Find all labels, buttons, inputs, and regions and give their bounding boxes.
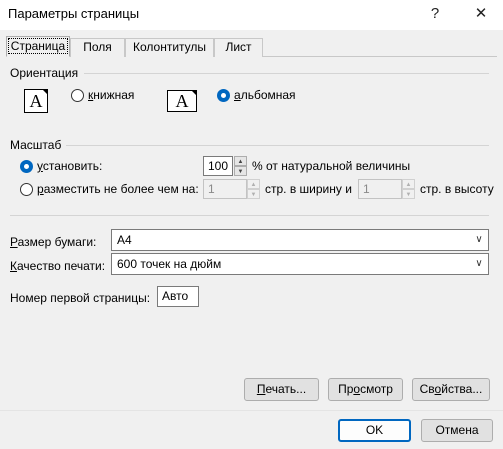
tab-margins[interactable]: Поля bbox=[70, 38, 125, 57]
paper-size-select[interactable]: A4 ∨ bbox=[111, 229, 489, 251]
fit-wide-input[interactable]: 1 bbox=[203, 179, 247, 199]
portrait-radio-label-rest: нижная bbox=[93, 88, 135, 102]
scale-fit-label[interactable]: разместить не более чем на: bbox=[37, 182, 199, 196]
help-button[interactable]: ? bbox=[421, 3, 449, 25]
print-button-rest: ечать... bbox=[265, 382, 307, 396]
close-button[interactable]: ✕ bbox=[467, 3, 495, 25]
scale-adjust-label[interactable]: установить: bbox=[37, 159, 102, 173]
fit-tall-input[interactable]: 1 bbox=[358, 179, 402, 199]
landscape-radio-label-mnemonic: а bbox=[234, 88, 241, 102]
options-button-rest: йства... bbox=[441, 382, 483, 396]
print-quality-label-mnemonic: К bbox=[10, 259, 17, 273]
first-page-number-input[interactable]: Авто bbox=[157, 286, 199, 307]
fit-tall-spinner[interactable]: ▲ ▼ bbox=[402, 179, 415, 199]
landscape-radio-label-rest: льбомная bbox=[240, 88, 296, 102]
paper-size-label-mnemonic: Р bbox=[10, 235, 18, 249]
tab-page[interactable]: Страница bbox=[6, 36, 70, 57]
first-page-number-label: Номер первой страницы: bbox=[10, 291, 151, 305]
spin-down-icon[interactable]: ▼ bbox=[402, 189, 415, 199]
spin-up-icon[interactable]: ▲ bbox=[234, 156, 247, 166]
preview-button-rest: смотр bbox=[360, 382, 393, 396]
print-quality-select[interactable]: 600 точек на дюйм ∨ bbox=[111, 253, 489, 275]
ok-button[interactable]: OK bbox=[338, 419, 411, 442]
chevron-down-icon[interactable]: ∨ bbox=[470, 254, 488, 274]
fit-tall-suffix: стр. в высоту bbox=[420, 182, 494, 196]
scale-adjust-label-rest: становить: bbox=[42, 159, 103, 173]
print-quality-label-rest: ачество печати: bbox=[17, 259, 106, 273]
scale-fit-radio[interactable] bbox=[20, 183, 33, 196]
spin-up-icon[interactable]: ▲ bbox=[247, 179, 260, 189]
portrait-page-icon: A bbox=[24, 89, 48, 113]
landscape-radio-label[interactable]: альбомная bbox=[234, 88, 296, 102]
chevron-down-icon[interactable]: ∨ bbox=[470, 230, 488, 250]
paper-size-label-rest: азмер бумаги: bbox=[17, 235, 97, 249]
scale-fit-label-rest: азместить не более чем на: bbox=[43, 182, 199, 196]
cancel-button[interactable]: Отмена bbox=[421, 419, 493, 442]
spin-down-icon[interactable]: ▼ bbox=[234, 166, 247, 176]
paper-size-label: Размер бумаги: bbox=[10, 235, 96, 249]
scale-percent-spinner[interactable]: ▲ ▼ bbox=[234, 156, 247, 176]
spin-down-icon[interactable]: ▼ bbox=[247, 189, 260, 199]
print-button[interactable]: Печать... bbox=[244, 378, 319, 401]
spin-up-icon[interactable]: ▲ bbox=[402, 179, 415, 189]
tab-page-label: Страница bbox=[7, 38, 69, 54]
portrait-radio-label[interactable]: книжная bbox=[88, 88, 134, 102]
preview-button[interactable]: Просмотр bbox=[328, 378, 403, 401]
orientation-divider bbox=[84, 73, 489, 74]
landscape-radio[interactable] bbox=[217, 89, 230, 102]
paper-size-value: A4 bbox=[117, 233, 132, 247]
window-title: Параметры страницы bbox=[8, 6, 140, 21]
portrait-radio[interactable] bbox=[71, 89, 84, 102]
print-quality-value: 600 точек на дюйм bbox=[117, 257, 222, 271]
fit-wide-spinner[interactable]: ▲ ▼ bbox=[247, 179, 260, 199]
preview-button-pre: Пр bbox=[338, 382, 354, 396]
options-button-pre: Св bbox=[419, 382, 435, 396]
print-quality-label: Качество печати: bbox=[10, 259, 105, 273]
scale-percent-input[interactable]: 100 bbox=[203, 156, 233, 176]
scale-fit-label-mnemonic: р bbox=[37, 182, 44, 196]
options-button[interactable]: Свойства... bbox=[412, 378, 490, 401]
landscape-page-icon: A bbox=[167, 90, 197, 112]
fit-wide-suffix: стр. в ширину и bbox=[265, 182, 352, 196]
tab-header-footer[interactable]: Колонтитулы bbox=[125, 38, 214, 57]
scale-adjust-radio[interactable] bbox=[20, 160, 33, 173]
scale-section-label: Масштаб bbox=[10, 138, 62, 152]
tab-sheet[interactable]: Лист bbox=[214, 38, 263, 57]
paper-divider bbox=[10, 215, 489, 216]
scale-percent-suffix: % от натуральной величины bbox=[252, 159, 411, 173]
scale-divider bbox=[66, 145, 489, 146]
orientation-section-label: Ориентация bbox=[10, 66, 79, 80]
